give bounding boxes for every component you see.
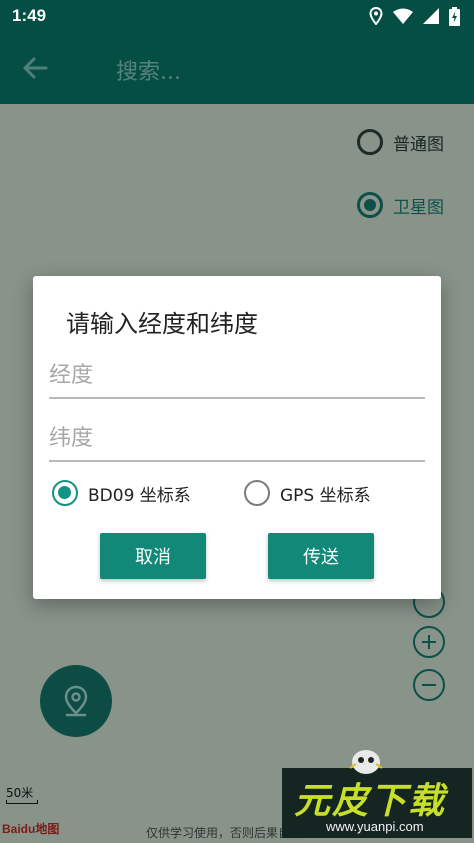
watermark-url: www.yuanpi.com: [326, 819, 424, 834]
dialog-title: 请输入经度和纬度: [66, 310, 258, 338]
map-scale-label: 50米: [6, 786, 34, 800]
map-type-normal[interactable]: 普通图: [357, 129, 444, 155]
map-type-normal-radio[interactable]: [357, 129, 383, 155]
longitude-field[interactable]: [49, 353, 425, 397]
gps-option[interactable]: GPS 坐标系: [244, 480, 371, 506]
map-type-satellite-label: 卫星图: [393, 197, 444, 218]
latitude-field[interactable]: [49, 416, 425, 460]
footer-disclaimer: 仅供学习使用，否则后果自负: [146, 826, 303, 840]
gps-radio[interactable]: [244, 480, 270, 506]
wifi-icon: [393, 8, 413, 24]
location-fab[interactable]: [40, 665, 112, 737]
app-bar: 搜索...: [0, 32, 474, 104]
location-pin-icon: [64, 685, 88, 717]
longitude-field-container: [49, 353, 425, 399]
mascot-icon: [349, 750, 383, 774]
back-button[interactable]: [20, 54, 52, 82]
zoom-out-icon: [422, 684, 436, 686]
baidu-map-logo: Baidu地图: [2, 822, 60, 836]
status-bar: 1:49: [0, 0, 474, 32]
status-icons: [369, 5, 460, 27]
zoom-in-button[interactable]: [413, 626, 445, 658]
status-time: 1:49: [12, 6, 47, 25]
map-type-satellite-radio[interactable]: [357, 192, 383, 218]
latitude-field-container: [49, 416, 425, 462]
map-type-satellite[interactable]: 卫星图: [357, 192, 444, 218]
coordinate-dialog: 请输入经度和纬度 BD09 坐标系 GPS 坐标系 取消 传送: [33, 276, 441, 599]
send-button[interactable]: 传送: [268, 533, 374, 579]
search-input[interactable]: 搜索...: [116, 54, 181, 86]
map-type-normal-label: 普通图: [393, 134, 444, 155]
map-scale-bar: [6, 800, 38, 804]
bd09-option[interactable]: BD09 坐标系: [52, 480, 191, 506]
location-pin-icon: [369, 7, 383, 25]
bd09-radio[interactable]: [52, 480, 78, 506]
bd09-label: BD09 坐标系: [88, 485, 191, 506]
gps-label: GPS 坐标系: [280, 485, 371, 506]
cellular-signal-icon: [423, 8, 439, 24]
cancel-button[interactable]: 取消: [100, 533, 206, 579]
arrow-back-icon: [23, 57, 48, 79]
battery-charging-icon: [449, 6, 460, 26]
zoom-out-button[interactable]: [413, 669, 445, 701]
